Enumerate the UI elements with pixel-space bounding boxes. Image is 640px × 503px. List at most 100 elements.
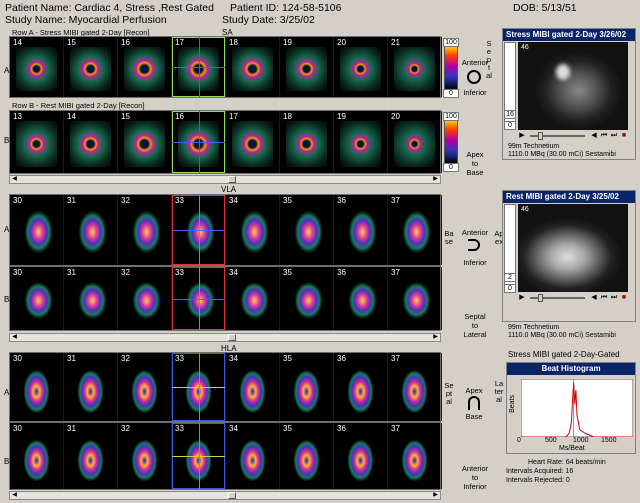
slice-cell[interactable]: 36 (334, 353, 388, 421)
slice-cell[interactable]: 19 (280, 37, 334, 97)
slice-number: 31 (67, 196, 76, 205)
slice-cell[interactable]: 35 (280, 353, 334, 421)
scroll-right-icon[interactable]: ▶ (431, 334, 440, 341)
slice-cell[interactable]: 31 (64, 267, 118, 330)
slice-cell[interactable]: 14 (10, 37, 64, 97)
slice-cell[interactable]: 34 (226, 353, 280, 421)
slice-cell[interactable]: 35 (280, 423, 334, 489)
slice-cell[interactable]: 33 (172, 267, 226, 330)
colorbar-max-b[interactable]: 100 (443, 112, 459, 121)
slice-cell[interactable]: 18 (226, 37, 280, 97)
slice-cell[interactable]: 36 (334, 423, 388, 489)
slice-cell[interactable]: 31 (64, 423, 118, 489)
play-icon[interactable]: ▶ (518, 132, 526, 140)
stress-playback-bar[interactable]: ▶ ◀ ⏮ ⏭ ■ (518, 132, 628, 140)
stress-gated-image[interactable]: 46 (518, 42, 628, 130)
septal-text: Septal (486, 39, 492, 80)
sa-row-a-strip[interactable]: 14 15 16 17 18 19 20 21 (9, 36, 442, 98)
slice-cell[interactable]: 34 (226, 423, 280, 489)
slice-cell[interactable]: 31 (64, 195, 118, 265)
scroll-right-icon[interactable]: ▶ (431, 176, 440, 183)
stop-icon[interactable]: ■ (620, 294, 628, 302)
rest-ctrl-offset[interactable]: 0 (504, 284, 516, 293)
slice-cell[interactable]: 32 (118, 423, 172, 489)
slice-cell[interactable]: 31 (64, 353, 118, 421)
sa-scrollbar[interactable]: ◀ ▶ (9, 175, 441, 184)
scroll-right-icon[interactable]: ▶ (431, 492, 440, 499)
slice-cell[interactable]: 14 (64, 111, 118, 173)
slice-cell[interactable]: 30 (10, 267, 64, 330)
slice-cell[interactable]: 19 (334, 111, 388, 173)
histogram-plot (521, 379, 633, 437)
slice-cell[interactable]: 37 (388, 353, 442, 421)
slice-number: 30 (13, 354, 22, 363)
stress-frame-number: 46 (521, 44, 529, 51)
slice-cell[interactable]: 15 (64, 37, 118, 97)
sa-row-b-strip[interactable]: 13 14 15 16 17 18 19 20 (9, 110, 442, 174)
hla-row-b-strip[interactable]: 30 31 32 33 34 35 36 37 (9, 422, 442, 490)
slice-cell[interactable]: 37 (388, 195, 442, 265)
slice-image (16, 277, 57, 324)
scroll-thumb[interactable] (228, 492, 236, 499)
slice-cell[interactable]: 35 (280, 195, 334, 265)
slice-cell[interactable]: 15 (118, 111, 172, 173)
step-back-icon[interactable]: ◀ (590, 294, 598, 302)
stress-ctrl-frame[interactable]: 16 (504, 110, 516, 119)
play-icon[interactable]: ▶ (518, 294, 526, 302)
hla-row-a-strip[interactable]: 30 31 32 33 34 35 36 37 (9, 352, 442, 422)
rest-playback-bar[interactable]: ▶ ◀ ⏮ ⏭ ■ (518, 294, 628, 302)
slice-cell[interactable]: 35 (280, 267, 334, 330)
slice-image (286, 363, 327, 415)
slice-cell[interactable]: 16 (172, 111, 226, 173)
slice-cell[interactable]: 36 (334, 267, 388, 330)
slice-cell[interactable]: 20 (334, 37, 388, 97)
scroll-thumb[interactable] (228, 334, 236, 341)
slice-cell[interactable]: 18 (280, 111, 334, 173)
vla-row-b-strip[interactable]: 30 31 32 33 34 35 36 37 (9, 266, 442, 331)
slice-cell[interactable]: 32 (118, 267, 172, 330)
slice-number: 19 (283, 38, 292, 47)
rest-gated-image[interactable]: 46 (518, 204, 628, 292)
slice-number: 20 (337, 38, 346, 47)
slice-cell[interactable]: 32 (118, 353, 172, 421)
slice-cell[interactable]: 34 (226, 267, 280, 330)
rest-slider-thumb[interactable] (538, 294, 543, 302)
skip-back-icon[interactable]: ⏮ (600, 132, 608, 140)
skip-back-icon[interactable]: ⏮ (600, 294, 608, 302)
vla-scrollbar[interactable]: ◀ ▶ (9, 333, 441, 342)
step-back-icon[interactable]: ◀ (590, 132, 598, 140)
colorbar-max-a[interactable]: 100 (443, 38, 459, 47)
slice-cell[interactable]: 17 (226, 111, 280, 173)
scroll-left-icon[interactable]: ◀ (10, 334, 19, 341)
slice-cell[interactable]: 34 (226, 195, 280, 265)
scroll-left-icon[interactable]: ◀ (10, 176, 19, 183)
slice-cell[interactable]: 30 (10, 353, 64, 421)
slice-cell[interactable]: 33 (172, 423, 226, 489)
slice-cell[interactable]: 36 (334, 195, 388, 265)
slice-cell[interactable]: 30 (10, 423, 64, 489)
slice-cell[interactable]: 37 (388, 423, 442, 489)
scroll-thumb[interactable] (228, 176, 236, 183)
hla-scrollbar[interactable]: ◀ ▶ (9, 491, 441, 500)
slice-cell[interactable]: 17 (172, 37, 226, 97)
skip-forward-icon[interactable]: ⏭ (610, 294, 618, 302)
slice-cell[interactable]: 21 (388, 37, 442, 97)
slice-cell[interactable]: 37 (388, 267, 442, 330)
slice-image (70, 363, 111, 415)
rest-ctrl-frame[interactable]: 2 (504, 273, 516, 282)
stop-icon[interactable]: ■ (620, 132, 628, 140)
slice-number: 18 (283, 112, 292, 121)
slice-cell[interactable]: 30 (10, 195, 64, 265)
vla-row-a-strip[interactable]: 30 31 32 33 34 35 36 37 (9, 194, 442, 266)
stress-ctrl-offset[interactable]: 0 (504, 121, 516, 130)
slice-cell[interactable]: 13 (10, 111, 64, 173)
scroll-left-icon[interactable]: ◀ (10, 492, 19, 499)
slice-cell[interactable]: 20 (388, 111, 442, 173)
slice-cell[interactable]: 33 (172, 353, 226, 421)
slice-cell[interactable]: 32 (118, 195, 172, 265)
skip-forward-icon[interactable]: ⏭ (610, 132, 618, 140)
stress-slider-thumb[interactable] (538, 132, 543, 140)
slice-cell[interactable]: 33 (172, 195, 226, 265)
slice-cell[interactable]: 16 (118, 37, 172, 97)
sa-row-b-title: Row B - Rest MIBI gated 2-Day [Recon] (12, 101, 145, 110)
